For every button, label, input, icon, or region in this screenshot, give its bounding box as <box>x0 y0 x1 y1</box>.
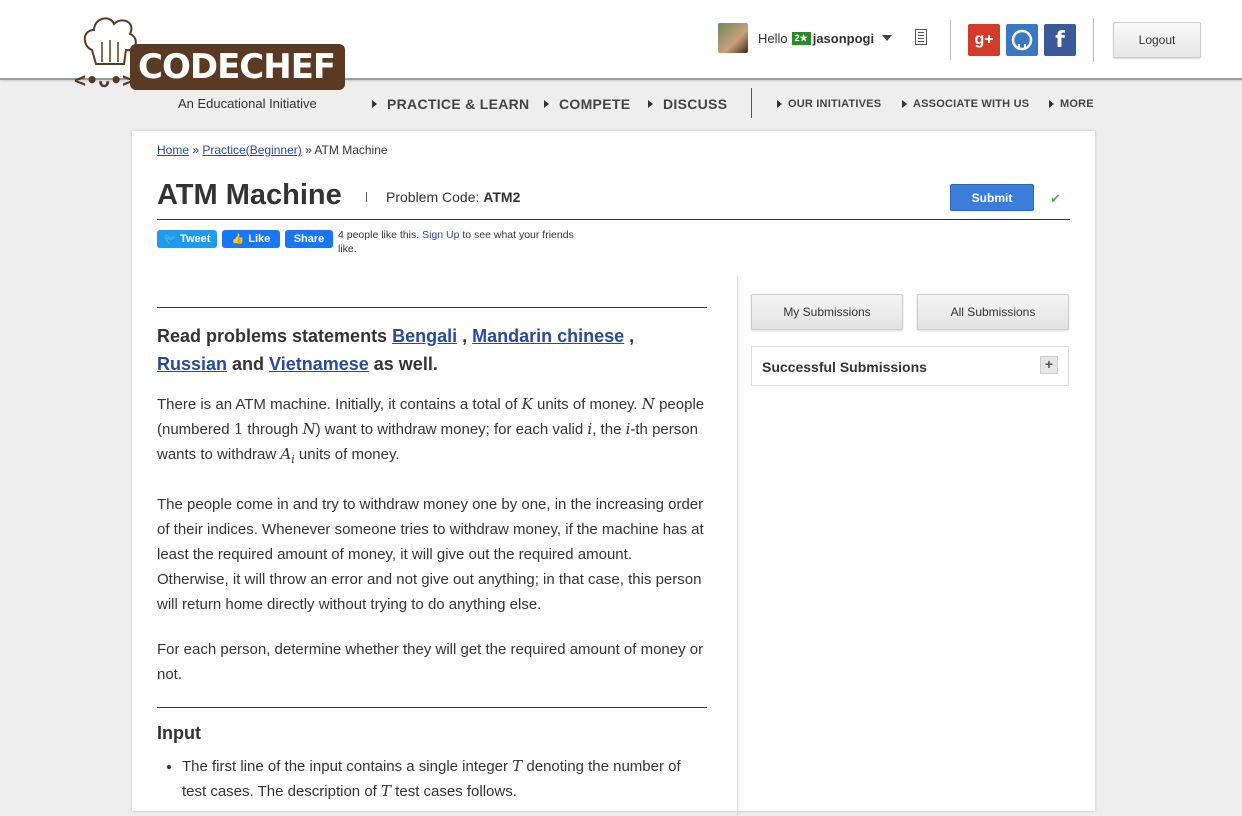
codechef-logo[interactable]: <•ᴗ•> CODECHEF An Educational Initiative <box>72 12 346 116</box>
breadcrumb-current: ATM Machine <box>314 143 388 157</box>
link-bengali[interactable]: Bengali <box>392 326 457 346</box>
problem-code-label: Problem Code: <box>386 189 484 205</box>
tweet-button[interactable]: 🐦 Tweet <box>157 230 217 248</box>
title-divider <box>366 192 367 202</box>
breadcrumb: Home » Practice(Beginner) » ATM Machine <box>157 143 388 157</box>
github-icon[interactable] <box>1006 24 1038 56</box>
nav-associate-with-us[interactable]: ASSOCIATE WITH US <box>902 94 1029 114</box>
statement-rule <box>157 307 707 308</box>
caret-right-icon <box>372 100 377 108</box>
my-submissions-button[interactable]: My Submissions <box>751 294 903 330</box>
column-divider <box>737 276 738 816</box>
user-menu[interactable]: Hello 2★ jasonpogi <box>718 22 893 54</box>
breadcrumb-separator: » <box>189 143 203 157</box>
problem-card: Home » Practice(Beginner) » ATM Machine … <box>132 131 1095 816</box>
all-submissions-button[interactable]: All Submissions <box>917 294 1069 330</box>
facebook-icon[interactable]: f <box>1044 24 1076 56</box>
problem-code: Problem Code: ATM2 <box>386 189 520 205</box>
logo-wordmark: CODECHEF <box>130 44 346 90</box>
header-divider-2 <box>1093 18 1094 62</box>
user-greeting[interactable]: Hello 2★ jasonpogi <box>758 31 874 46</box>
solved-check-icon: ✔ <box>1050 191 1061 206</box>
notes-icon[interactable] <box>915 29 927 45</box>
caret-right-icon <box>902 100 907 108</box>
statement-paragraph-2: The people come in and try to withdraw m… <box>157 496 704 613</box>
facebook-like-button[interactable]: 👍 Like <box>222 230 280 248</box>
link-russian[interactable]: Russian <box>157 354 227 374</box>
caret-right-icon <box>1049 100 1054 108</box>
list-item: The first line of the input contains a s… <box>182 754 707 804</box>
sign-up-link[interactable]: Sign Up <box>422 229 459 241</box>
chef-face-icon: <•ᴗ•> <box>74 68 135 92</box>
thumbs-up-icon: 👍 <box>231 233 245 245</box>
problem-statement: Read problems statements Bengali , Manda… <box>157 276 737 804</box>
logo-tagline: An Educational Initiative <box>178 96 317 111</box>
input-heading: Input <box>157 723 201 743</box>
breadcrumb-home[interactable]: Home <box>157 143 189 157</box>
logout-button[interactable]: Logout <box>1113 22 1201 58</box>
problem-code-value: ATM2 <box>483 189 521 205</box>
nav-practice-learn[interactable]: PRACTICE & LEARN <box>372 94 529 114</box>
nav-divider <box>751 88 752 118</box>
greeting-text: Hello <box>758 30 788 46</box>
link-mandarin-chinese[interactable]: Mandarin chinese <box>472 326 624 346</box>
successful-submissions-label: Successful Submissions <box>762 359 927 375</box>
expand-plus-icon[interactable]: + <box>1040 356 1058 374</box>
nav-discuss[interactable]: DISCUSS <box>648 94 727 114</box>
chevron-down-icon[interactable] <box>882 35 893 41</box>
site-header: <•ᴗ•> CODECHEF An Educational Initiative… <box>0 0 1242 111</box>
twitter-icon: 🐦 <box>163 233 177 245</box>
github-logo-icon <box>1011 29 1033 51</box>
translations-note: Read problems statements Bengali , Manda… <box>157 326 635 374</box>
page-title: ATM Machine <box>157 179 342 211</box>
title-rule <box>157 219 1070 220</box>
avatar[interactable] <box>718 23 748 53</box>
link-vietnamese[interactable]: Vietnamese <box>269 354 369 374</box>
statement-paragraph-1: There is an ATM machine. Initially, it c… <box>157 395 705 466</box>
nav-compete[interactable]: COMPETE <box>544 94 630 114</box>
caret-right-icon <box>648 100 653 108</box>
statement-paragraph-3: For each person, determine whether they … <box>157 641 704 683</box>
google-plus-icon[interactable]: g+ <box>968 24 1000 56</box>
breadcrumb-separator: » <box>301 143 315 157</box>
rating-badge: 2★ <box>791 31 811 45</box>
successful-submissions-box[interactable]: Successful Submissions + <box>751 346 1069 386</box>
breadcrumb-practice[interactable]: Practice(Beginner) <box>202 143 301 157</box>
facebook-share-button[interactable]: Share <box>285 230 333 248</box>
header-divider <box>950 20 951 60</box>
input-list: The first line of the input contains a s… <box>157 754 707 804</box>
submit-button[interactable]: Submit <box>950 184 1034 211</box>
caret-right-icon <box>544 100 549 108</box>
caret-right-icon <box>777 100 782 108</box>
username[interactable]: jasonpogi <box>813 31 874 46</box>
nav-more[interactable]: MORE <box>1049 94 1094 114</box>
section-rule <box>157 707 707 708</box>
likes-text: 4 people like this. Sign Up to see what … <box>338 229 574 255</box>
nav-our-initiatives[interactable]: OUR INITIATIVES <box>777 94 881 114</box>
